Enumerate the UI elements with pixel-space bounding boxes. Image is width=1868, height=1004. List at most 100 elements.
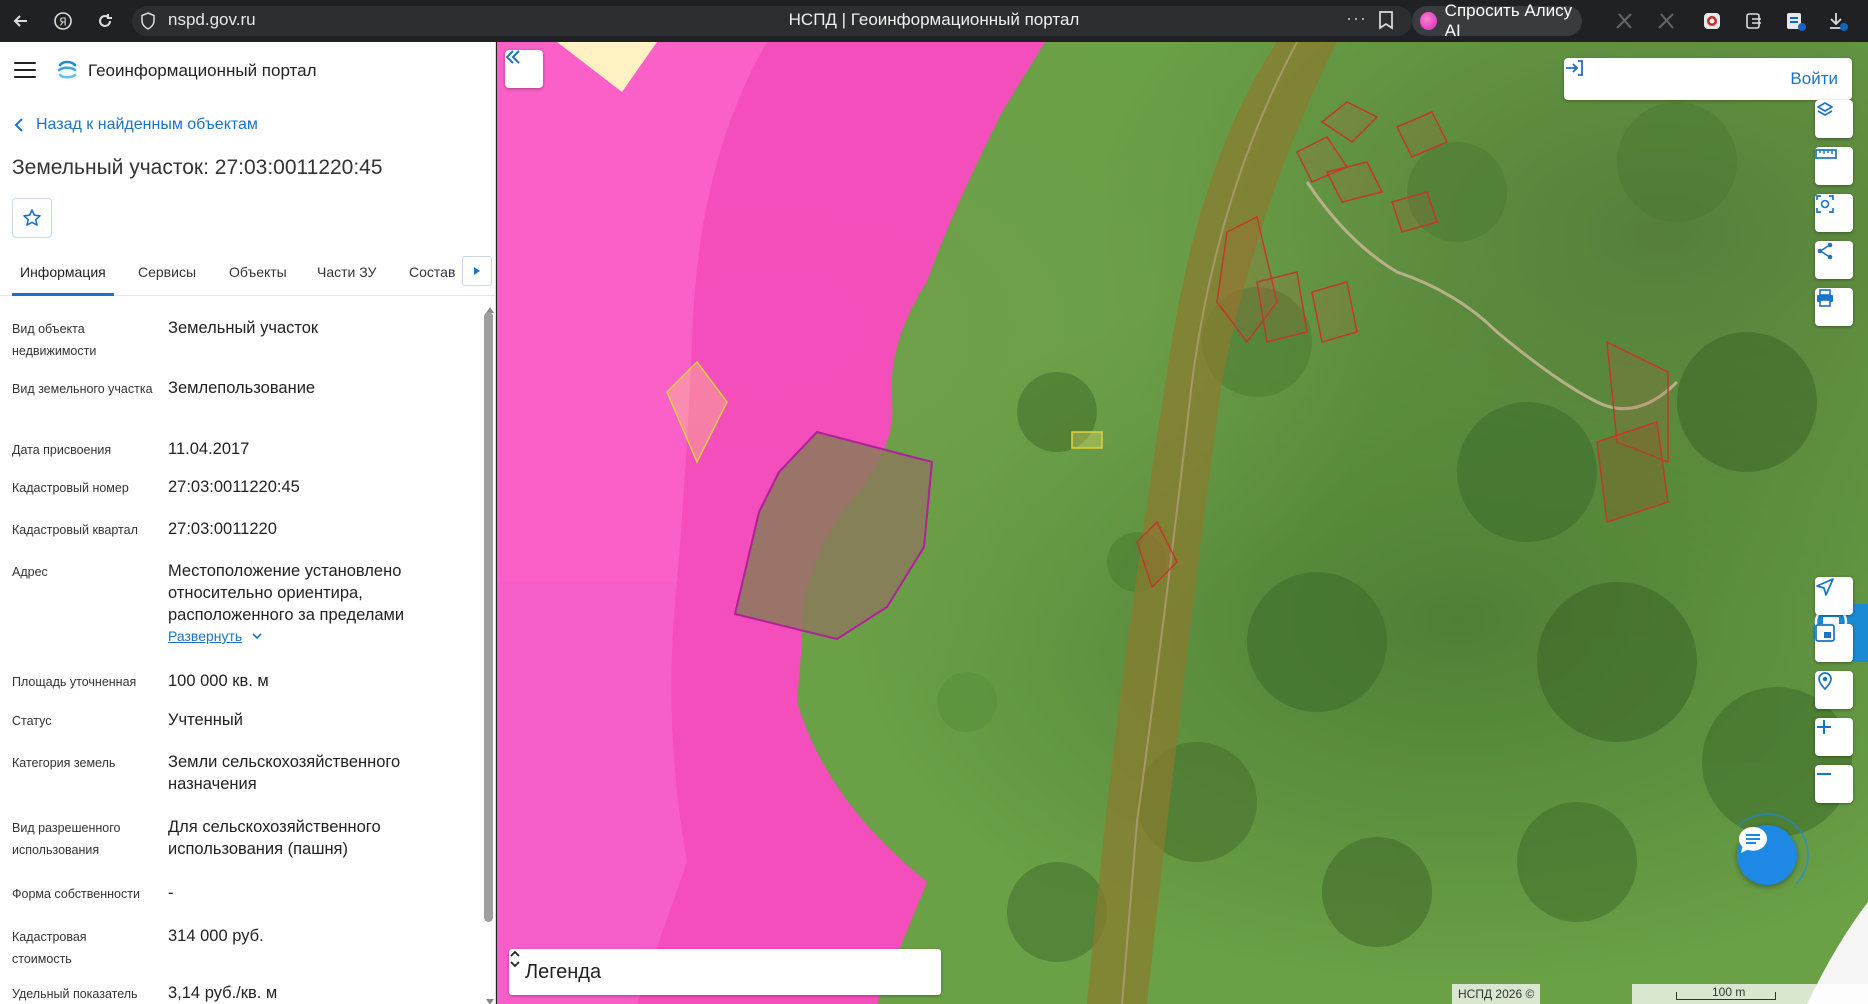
- attr-value-cadastral-value: 314 000 руб.: [168, 927, 264, 945]
- attr-value-unit-rate: 3,14 руб./кв. м: [168, 984, 278, 1002]
- map-layers: [497, 42, 1868, 1004]
- tab-services[interactable]: Сервисы: [138, 264, 196, 280]
- attr-label-ownership: Форма собственности: [12, 887, 140, 901]
- extension-icon[interactable]: [1784, 9, 1808, 33]
- layers-icon: [1817, 102, 1833, 116]
- attr-label-assign-date: Дата присвоения: [12, 443, 112, 457]
- select-area-icon: [1816, 195, 1834, 213]
- extension-icon[interactable]: [1654, 9, 1678, 33]
- share-button[interactable]: [1815, 241, 1853, 279]
- login-label: Войти: [1790, 69, 1838, 88]
- attr-label-address: Адрес: [12, 565, 48, 579]
- svg-text:Я: Я: [59, 16, 67, 29]
- info-tabs: Информация Сервисы Объекты Части ЗУ Сост…: [0, 248, 495, 296]
- minus-icon: [1817, 773, 1831, 775]
- star-icon: [23, 209, 41, 226]
- attr-value-ownership: -: [168, 884, 174, 902]
- area-select-button[interactable]: [1815, 194, 1853, 232]
- reload-icon[interactable]: [92, 8, 118, 34]
- minimap-button[interactable]: [1815, 624, 1853, 662]
- share-icon: [1817, 242, 1833, 260]
- scroll-down-icon[interactable]: [486, 992, 494, 1004]
- tab-parts[interactable]: Части ЗУ: [317, 264, 376, 280]
- attr-label-area: Площадь уточненная: [12, 675, 137, 689]
- legend-selector[interactable]: Легенда: [509, 949, 941, 995]
- geolocation-button[interactable]: [1815, 577, 1853, 615]
- downloads-icon[interactable]: [1826, 9, 1850, 33]
- tabs-scroll-right-button[interactable]: [462, 256, 492, 286]
- attr-label-cadastral-quarter: Кадастровый квартал: [12, 523, 138, 537]
- print-button[interactable]: [1815, 288, 1853, 326]
- map-attribution: НСПД 2026 ©: [1452, 984, 1541, 1004]
- back-arrow-icon[interactable]: [8, 8, 34, 34]
- small-yellow-parcel: [1071, 431, 1103, 449]
- bookmark-icon[interactable]: [1378, 10, 1394, 35]
- caret-right-icon: [474, 267, 480, 275]
- attr-label-permitted-use: Вид разрешенного использования: [12, 821, 121, 857]
- attr-value-land-category: Земли сельскохозяйственного назначения: [168, 753, 401, 793]
- measure-button[interactable]: [1815, 147, 1853, 185]
- zone-pink-light-lower: [497, 582, 687, 1004]
- tab-objects[interactable]: Объекты: [229, 264, 287, 280]
- login-button[interactable]: Войти: [1564, 58, 1852, 100]
- portal-title: Геоинформационный портал: [88, 61, 317, 80]
- back-to-results-link[interactable]: Назад к найденным объектам: [14, 116, 258, 134]
- chat-icon: [1739, 827, 1767, 853]
- ruler-icon: [1815, 149, 1837, 159]
- tab-information[interactable]: Информация: [20, 264, 106, 280]
- url-text[interactable]: nspd.gov.ru: [168, 10, 256, 30]
- more-icon[interactable]: ···: [1346, 8, 1367, 29]
- extension-icon[interactable]: [1700, 9, 1724, 33]
- chevron-updown-icon: [510, 950, 520, 968]
- ask-alice-label: Спросить Алису AI: [1444, 1, 1573, 40]
- collapse-panel-button[interactable]: [505, 50, 543, 88]
- attr-value-address: Местоположение установлено относительно …: [168, 562, 405, 624]
- login-icon: [1566, 60, 1583, 76]
- navigation-arrow-icon: [1816, 578, 1834, 596]
- address-bar[interactable]: [132, 6, 1412, 36]
- alice-icon: [1420, 12, 1437, 30]
- attr-label-status: Статус: [12, 714, 52, 728]
- back-to-results-label: Назад к найденным объектам: [36, 116, 258, 133]
- object-info-panel: Геоинформационный портал Назад к найденн…: [0, 42, 496, 1004]
- attr-value-status: Учтенный: [168, 711, 243, 729]
- scale-bar: 100 m: [1632, 984, 1868, 1004]
- extension-icon[interactable]: [1612, 9, 1636, 33]
- expand-address-link[interactable]: Развернуть: [168, 628, 262, 644]
- attr-value-object-type: Земельный участок: [168, 319, 319, 337]
- location-search-button[interactable]: [1815, 671, 1853, 709]
- parcel-title: Земельный участок: 27:03:0011220:45: [12, 156, 383, 179]
- attr-value-parcel-type: Землепользование: [168, 379, 316, 397]
- yandex-icon[interactable]: Я: [50, 8, 76, 34]
- attr-label-parcel-type: Вид земельного участка: [12, 382, 153, 396]
- scale-label: 100 m: [1712, 985, 1746, 999]
- attr-label-cadastral-number: Кадастровый номер: [12, 481, 129, 495]
- chevron-left-icon: [14, 118, 23, 132]
- hamburger-menu-icon[interactable]: [14, 62, 36, 80]
- map-view[interactable]: Войти Легенда НСПД 2026 © 100 m: [497, 42, 1868, 1004]
- vegetation-texture: [937, 102, 1852, 962]
- picture-in-picture-icon: [1815, 624, 1835, 642]
- extension-icon[interactable]: [1742, 9, 1766, 33]
- zoom-out-button[interactable]: [1815, 765, 1853, 803]
- expand-address-label: Развернуть: [168, 628, 243, 644]
- active-tab-indicator: [12, 293, 114, 296]
- favorite-button[interactable]: [12, 198, 52, 238]
- attr-label-land-category: Категория земель: [12, 756, 116, 770]
- attr-value-cadastral-number: 27:03:0011220:45: [168, 478, 300, 496]
- attr-value-cadastral-quarter: 27:03:0011220: [168, 520, 277, 538]
- scrollbar-thumb[interactable]: [484, 312, 493, 922]
- shield-icon: [140, 12, 156, 35]
- tab-composition[interactable]: Состав: [409, 264, 455, 280]
- attr-label-cadastral-value: Кадастровая стоимость: [12, 930, 87, 966]
- portal-logo-icon[interactable]: [56, 59, 78, 86]
- chat-button[interactable]: [1737, 825, 1797, 885]
- attr-value-permitted-use: Для сельскохозяйственного использования …: [168, 818, 381, 858]
- zoom-in-button[interactable]: [1815, 718, 1853, 756]
- attr-label-unit-rate: Удельный показатель: [12, 987, 138, 1001]
- chevron-down-icon: [252, 632, 262, 639]
- plus-icon: [1817, 720, 1831, 734]
- layers-button[interactable]: [1815, 100, 1853, 138]
- browser-toolbar: Я nspd.gov.ru НСПД | Геоинформационный п…: [0, 0, 1868, 42]
- ask-alice-button[interactable]: Спросить Алису AI: [1412, 1, 1582, 40]
